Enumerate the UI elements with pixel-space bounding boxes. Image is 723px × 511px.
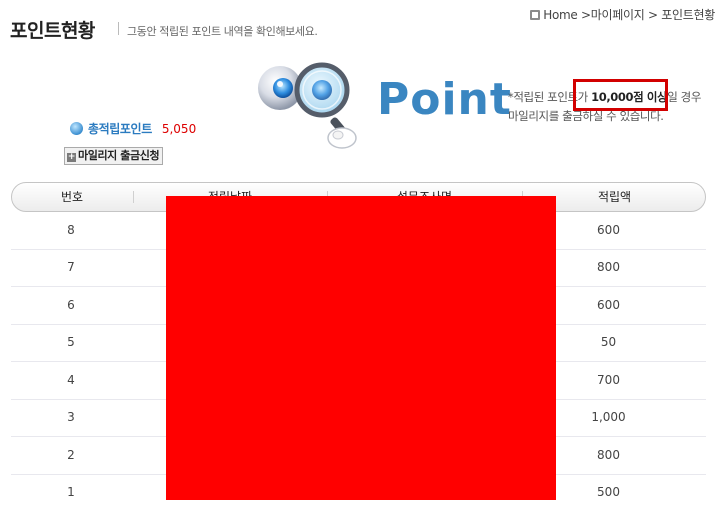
row-number: 7 [67,260,75,274]
redaction-block [166,196,556,500]
row-number: 5 [67,335,75,349]
column-header-number: 번호 [60,190,84,204]
breadcrumb-separator: > [644,8,662,22]
row-number: 1 [67,485,75,499]
row-number: 6 [67,298,75,312]
point-logo-text: Point [377,74,512,125]
breadcrumb: Home >마이페이지 > 포인트현황 [530,6,715,23]
breadcrumb-current: 포인트현황 [661,8,715,22]
total-points-value: 5,050 [161,122,197,136]
notice-suffix: 일 경우 [667,90,702,104]
row-number: 3 [67,410,75,424]
plus-icon: + [67,152,76,162]
magnifier-illustration [258,62,357,149]
page-subtitle: 그동안 적립된 포인트 내역을 확인해보세요. [127,25,318,38]
notice-line2: 마일리지를 출금하실 수 있습니다. [508,109,664,123]
breadcrumb-mypage[interactable]: 마이페이지 [591,8,645,22]
breadcrumb-separator: > [577,8,591,22]
highlight-annotation-box [573,79,668,111]
coin-icon [70,122,83,135]
home-icon [530,10,541,20]
row-number: 8 [67,223,75,237]
row-number: 4 [67,373,75,387]
total-points-row: 총적립포인트 5,050 [70,120,196,137]
breadcrumb-home[interactable]: Home [543,8,578,22]
row-number: 2 [67,448,75,462]
withdraw-request-button[interactable]: + 마일리지 출금신청 [64,147,164,165]
page-title: 포인트현황 [10,20,95,42]
withdraw-button-label: 마일리지 출금신청 [78,149,160,162]
title-divider [118,22,119,35]
total-points-label: 총적립포인트 [88,122,152,136]
